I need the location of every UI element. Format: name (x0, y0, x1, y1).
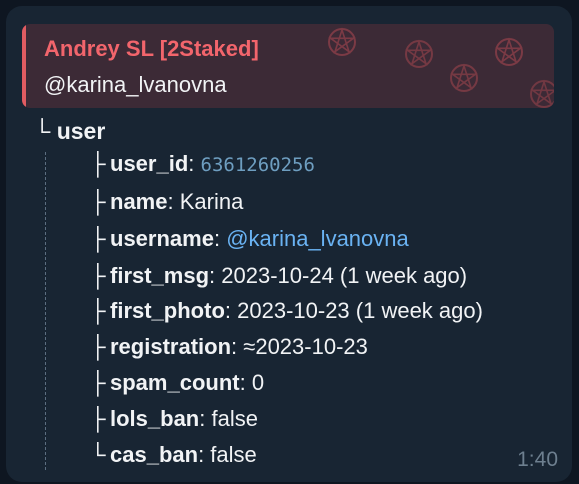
message-timestamp: 1:40 (517, 448, 558, 471)
lols-ban-value: false (211, 406, 258, 431)
field-separator: : (188, 151, 201, 176)
spam-count-value: 0 (251, 370, 265, 395)
field-key: first_msg (110, 263, 210, 288)
tree-row-registration: ├ registration: ≈2023-10-23 (90, 330, 368, 364)
pentagram-pattern (328, 28, 554, 108)
reply-author-name[interactable]: Andrey SL [2Staked] (44, 36, 259, 62)
field-key: user_id (110, 151, 189, 176)
tree-branch-glyph: ├ (90, 334, 106, 359)
tree-root-glyph: └ (34, 118, 51, 144)
tree-row-spam-count: ├ spam_count: 0 (90, 366, 264, 400)
field-key: first_photo (110, 298, 225, 323)
field-key: spam_count (110, 370, 240, 395)
reply-quote[interactable]: Andrey SL [2Staked] @karina_lvanovna (22, 24, 554, 108)
message-bubble: Andrey SL [2Staked] @karina_lvanovna └ u… (6, 6, 572, 482)
tree-root-label: user (56, 118, 106, 144)
field-separator: : (224, 298, 238, 323)
tree-root: └ user (34, 118, 105, 145)
tree-row-user-id: ├ user_id: 6361260256 (90, 147, 315, 181)
username-link[interactable]: @karina_lvanovna (226, 226, 409, 251)
field-separator: : (167, 189, 180, 214)
tree-guide-line (45, 152, 46, 470)
pentagram-icon (405, 40, 433, 68)
tree-branch-glyph: ├ (90, 298, 106, 323)
reply-text: @karina_lvanovna (44, 72, 227, 97)
tree-branch-glyph: ├ (90, 151, 106, 176)
reply-accent-bar (22, 24, 26, 108)
field-key: username (110, 226, 214, 251)
pentagram-icon (328, 28, 356, 56)
tree-row-first-photo: ├ first_photo: 2023-10-23 (1 week ago) (90, 294, 483, 328)
registration-value: ≈2023-10-23 (243, 334, 368, 359)
tree-branch-glyph: ├ (90, 263, 106, 288)
tree-branch-glyph: └ (90, 442, 106, 467)
tree-branch-glyph: ├ (90, 406, 106, 431)
field-key: lols_ban (110, 406, 200, 431)
tree-row-username: ├ username: @karina_lvanovna (90, 222, 409, 256)
pentagram-icon (450, 64, 478, 92)
field-separator: : (239, 370, 252, 395)
tree-branch-glyph: ├ (90, 226, 106, 251)
tree-row-cas-ban: └ cas_ban: false (90, 438, 257, 472)
field-separator: : (213, 226, 227, 251)
field-separator: : (199, 406, 212, 431)
tree-row-first-msg: ├ first_msg: 2023-10-24 (1 week ago) (90, 259, 467, 293)
field-separator: : (198, 442, 211, 467)
field-key: registration (110, 334, 232, 359)
cas-ban-value: false (210, 442, 257, 467)
tree-branch-glyph: ├ (90, 370, 106, 395)
tree-row-name: ├ name: Karina (90, 185, 243, 219)
field-key: name (110, 189, 168, 214)
field-key: cas_ban (110, 442, 199, 467)
user-id-value[interactable]: 6361260256 (201, 154, 315, 176)
pentagram-icon (495, 38, 523, 66)
name-value: Karina (179, 189, 244, 214)
field-separator: : (209, 263, 222, 288)
first-photo-value: 2023-10-23 (1 week ago) (237, 298, 483, 323)
field-separator: : (231, 334, 244, 359)
tree-row-lols-ban: ├ lols_ban: false (90, 402, 258, 436)
first-msg-value: 2023-10-24 (1 week ago) (221, 263, 468, 288)
pentagram-icon (530, 80, 554, 108)
tree-branch-glyph: ├ (90, 189, 106, 214)
